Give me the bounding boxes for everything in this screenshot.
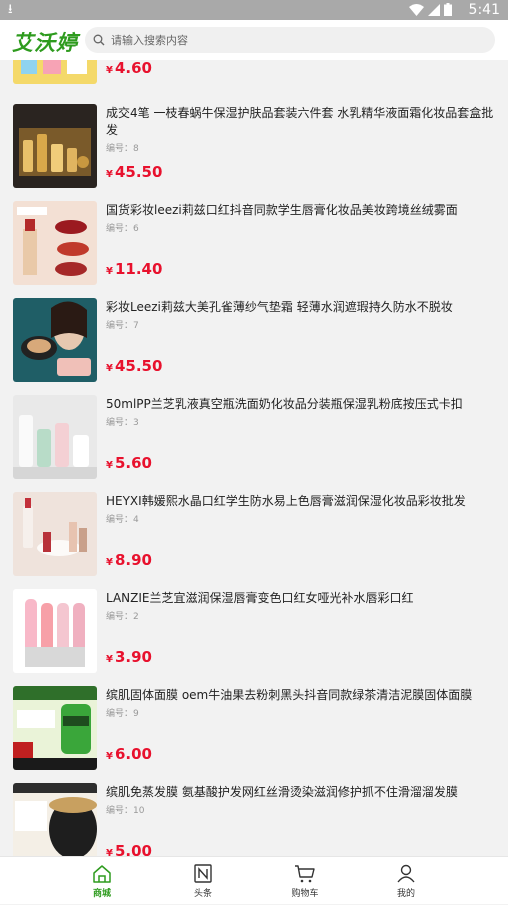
product-price: ¥3.90 [106,648,152,666]
product-title: 缤肌固体面膜 oem牛油果去粉刺黑头抖音同款绿茶清洁泥膜固体面膜 [106,688,473,702]
tab-label: 商城 [92,889,111,899]
product-image [13,104,97,188]
signal-icon [428,3,440,16]
app-logo: 艾沃婷 [12,31,78,55]
search-placeholder: 请输入搜索内容 [111,34,188,47]
tab-label: 我的 [396,889,415,899]
product-image [13,589,97,673]
product-code: 编号：4 [106,515,139,525]
product-image [13,783,97,856]
product-title: LANZIE兰芝宜滋润保湿唇膏变色口红女哑光补水唇彩口红 [106,591,414,605]
product-title: 50mlPP兰芝乳液真空瓶洗面奶化妆品分装瓶保湿乳粉底按压式卡扣 [106,397,463,411]
product-title: 缤肌免蒸发膜 氨基酸护发网红丝滑烫染滋润修护抓不住滑溜溜发膜 [106,785,458,799]
user-icon [397,864,415,883]
product-title: 成交4笔 一枝春蜗牛保湿护肤品套装六件套 水乳精华液面霜化妆品套盒批发 [106,106,494,137]
battery-icon [444,3,452,16]
product-code: 编号：6 [106,224,139,234]
product-image [13,492,97,576]
product-price: ¥8.90 [106,551,152,569]
download-icon: ⭳ [8,2,13,17]
product-price: ¥11.40 [106,260,163,278]
list-item[interactable]: 国货彩妆leezi莉兹口红抖音同款学生唇膏化妆品美妆跨境丝绒雾面 编号：6 ¥1… [0,194,508,291]
tab-headlines[interactable]: 头条 [163,857,243,905]
wifi-icon [409,3,424,16]
list-item[interactable]: 缤肌固体面膜 oem牛油果去粉刺黑头抖音同款绿茶清洁泥膜固体面膜 编号：9 ¥6… [0,679,508,776]
list-item[interactable]: 彩妆Leezi莉兹大美孔雀薄纱气垫霜 轻薄水润遮瑕持久防水不脱妆 编号：7 ¥4… [0,291,508,388]
clock: 5:41 [468,2,500,18]
product-price: ¥5.00 [106,842,152,856]
product-title: HEYXI韩媛熙水晶口红学生防水易上色唇膏滋润保湿化妆品彩妆批发 [106,494,466,508]
product-list[interactable]: ¥4.60 成交4笔 一枝春蜗牛保湿护肤品套装六件套 水乳精华液面霜化妆品套盒批… [0,60,508,856]
product-image [13,60,97,84]
product-image [13,298,97,382]
product-title: 国货彩妆leezi莉兹口红抖音同款学生唇膏化妆品美妆跨境丝绒雾面 [106,203,458,217]
list-item[interactable]: 50mlPP兰芝乳液真空瓶洗面奶化妆品分装瓶保湿乳粉底按压式卡扣 编号：3 ¥5… [0,388,508,485]
home-icon [93,865,111,883]
status-bar: ⭳ 5:41 [0,0,508,20]
product-code: 编号：8 [106,144,139,154]
product-price: ¥45.50 [106,357,163,375]
list-item[interactable]: 成交4笔 一枝春蜗牛保湿护肤品套装六件套 水乳精华液面霜化妆品套盒批发 编号：8… [0,97,508,194]
product-title: 彩妆Leezi莉兹大美孔雀薄纱气垫霜 轻薄水润遮瑕持久防水不脱妆 [106,300,453,314]
product-code: 编号：3 [106,418,139,428]
search-input[interactable]: 请输入搜索内容 [85,27,495,53]
app-header: 艾沃婷 请输入搜索内容 [0,20,508,60]
tab-mall[interactable]: 商城 [62,857,142,905]
product-image [13,686,97,770]
list-item[interactable]: LANZIE兰芝宜滋润保湿唇膏变色口红女哑光补水唇彩口红 编号：2 ¥3.90 [0,582,508,679]
news-icon [194,864,212,883]
product-price: ¥6.00 [106,745,152,763]
tab-label: 购物车 [291,889,319,899]
bottom-tab-bar: 商城 头条 购物车 我的 [0,856,508,904]
search-icon [93,34,105,46]
tab-cart[interactable]: 购物车 [265,857,345,905]
list-item[interactable]: 缤肌免蒸发膜 氨基酸护发网红丝滑烫染滋润修护抓不住滑溜溜发膜 编号：10 ¥5.… [0,776,508,856]
list-item[interactable]: ¥4.60 [0,60,508,90]
product-price: ¥45.50 [106,163,163,181]
product-image [13,201,97,285]
tab-label: 头条 [193,889,212,899]
status-icons [409,3,452,16]
product-code: 编号：9 [106,709,139,719]
cart-icon [295,865,315,883]
product-price: ¥5.60 [106,454,152,472]
tab-me[interactable]: 我的 [366,857,446,905]
product-code: 编号：2 [106,612,139,622]
product-price: ¥4.60 [106,60,152,77]
product-code: 编号：7 [106,321,139,331]
list-item[interactable]: HEYXI韩媛熙水晶口红学生防水易上色唇膏滋润保湿化妆品彩妆批发 编号：4 ¥8… [0,485,508,582]
product-code: 编号：10 [106,806,145,816]
product-image [13,395,97,479]
